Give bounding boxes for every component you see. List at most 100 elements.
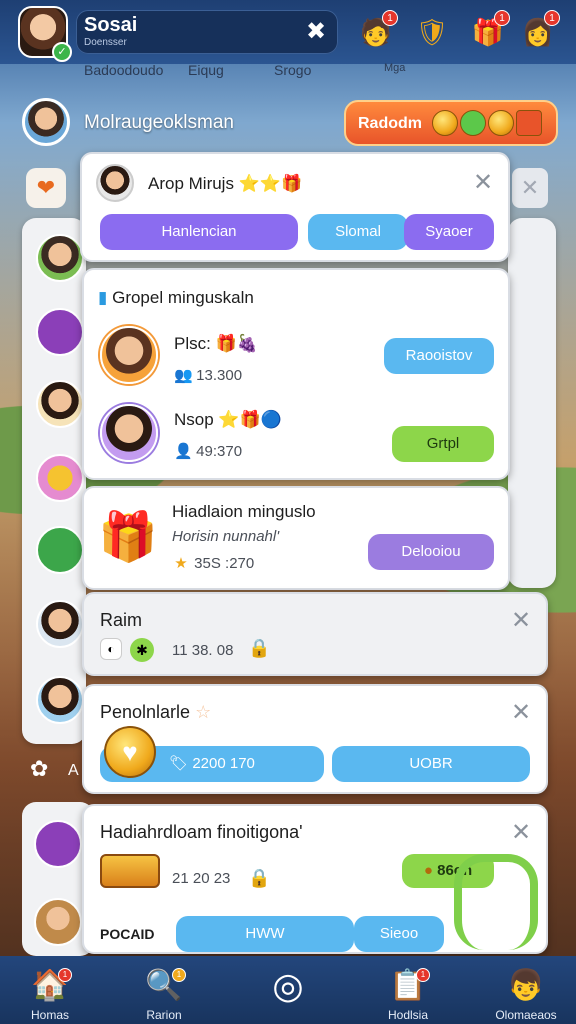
entry-meta: 👥 13.300 [174,366,242,384]
entry-name-text: Plsc: [174,334,211,353]
nav-label: Homas [30,1008,69,1022]
heart-icon[interactable]: ❤ [26,168,66,208]
card-title-text: Penolnlarle [100,702,191,722]
bonus-card: Hadiahrdloam finoitigona' ✕ 21 20 23 🔒 ●… [82,804,548,954]
gift-card: 🎁 Hiadlaion minguslo Horisin nunnahl' ★ … [82,486,510,590]
notification-badge: 1 [58,968,72,982]
avatar [96,164,134,202]
puzzle-icon: ✿ [30,756,49,781]
subtab-item[interactable]: Eiqug [188,62,224,78]
avatar[interactable] [36,600,84,648]
stars-icon: ⭐⭐🎁 [238,174,303,193]
nav-label: Hodlsia [387,1008,429,1022]
shield-icon[interactable]: 🛡 [412,14,452,50]
secondary-button[interactable]: Slomal [308,214,408,250]
card-action-button[interactable]: Delooiou [368,534,494,570]
card-title: Penolnlarle ☆ [100,702,211,723]
nav-label: Rarion [146,1008,182,1022]
lock-icon: 🔒 [248,638,271,658]
secondary-button[interactable]: Sieoo [354,916,444,952]
entry-name-text: Nsop [174,410,214,429]
card-title: Hadiahrdloam finoitigona' [100,822,303,842]
profile-avatar[interactable]: ✓ [18,6,72,62]
primary-button[interactable]: HWW [176,916,354,952]
entry-meta-text: 13.300 [196,367,243,384]
nav-tasks[interactable]: 📋 1 Hodlsia [358,956,458,1024]
close-icon[interactable]: ✕ [508,608,534,634]
primary-button[interactable]: Hanlencian [100,214,298,250]
avatar[interactable] [36,676,84,724]
bottom-navigation: 🏠 1 Homas 🔍 1 Rarion ◎ 📋 1 Hodlsia 👦 Olo… [0,956,576,1024]
toggle-icon[interactable]: ◐ [100,638,122,660]
top-bar: ✓ Sosai Doensser ✖ 🧑 1 🛡 🎁 1 👩 1 [0,0,576,64]
card-meta-text: 35S :270 [194,555,255,572]
tertiary-button[interactable]: Syaoer [404,214,494,250]
avatar[interactable] [100,404,158,462]
nav-search[interactable]: 🔍 1 Rarion [114,956,214,1024]
entry-name: Nsop ⭐🎁🔵 [174,410,282,430]
entry-action-button[interactable]: Grtpl [392,426,494,462]
notification-badge: 1 [494,10,510,26]
nav-profile[interactable]: 👦 Olomaeaos [476,956,576,1024]
rewards-button-label: Radodm [358,115,422,132]
phone-icon[interactable] [34,820,82,868]
friend-request-icon[interactable]: 🧑 1 [356,10,398,50]
card-title: Raim [100,610,143,630]
green-avatar[interactable] [36,526,84,574]
members-icon: 👥 [174,367,193,384]
puzzle-label: A [68,762,79,779]
notification-badge: 1 [172,968,186,982]
card-title: Hiadlaion minguslo [172,502,316,521]
close-icon[interactable]: ✕ [470,170,496,196]
group-invite-card: Arop Mirujs ⭐⭐🎁 ✕ Hanlencian Slomal Syao… [80,152,510,262]
card-subtitle: Horisin nunnahl' [172,528,280,545]
title-panel: Sosai Doensser ✖ [76,10,338,54]
notification-badge: 1 [544,10,560,26]
card-title-text: Gropel minguskaln [112,288,254,307]
avatar [22,98,70,146]
entry-meta-text: 49:370 [196,443,243,460]
notification-badge: 1 [382,10,398,26]
background-user-row[interactable]: Molraugeoklsman [22,98,342,152]
profile-notification-icon[interactable]: 👩 1 [518,10,560,50]
card-title-text: Arop Mirujs [148,174,234,193]
subtab-item[interactable]: Srogo [274,62,311,78]
avatar[interactable] [36,234,84,282]
subtab-item[interactable]: Badoodoudo [84,62,163,78]
entry-meta: 👤 49:370 [174,442,242,460]
coin-icon: ● [423,862,433,879]
avatar[interactable] [100,326,158,384]
entry-action-button[interactable]: Raooistov [384,338,494,374]
avatar[interactable] [36,380,84,428]
ticket-icon [100,854,160,888]
close-icon[interactable]: ✕ [512,168,548,208]
gift-icon[interactable]: 🎁 1 [468,10,510,50]
close-icon[interactable]: ✕ [508,820,534,846]
background-friends-panel [22,218,86,744]
lock-icon: 🔒 [248,868,271,888]
gift-avatar[interactable] [36,308,84,356]
coins-icon [432,110,552,138]
heart-medal-icon: ♥ [104,726,156,778]
headphones-icon [454,854,538,950]
secondary-button[interactable]: UOBR [332,746,530,782]
avatar[interactable] [34,898,82,946]
card-title: Arop Mirujs ⭐⭐🎁 [148,174,302,194]
close-icon[interactable]: ✕ [508,700,534,726]
nav-label: Olomaeaos [495,1008,557,1022]
entry-name: Plsc: 🎁🍇 [174,334,258,354]
star-outline-icon: ☆ [195,702,212,722]
subtab-item[interactable]: Mga [384,62,405,74]
gift-cart-icon: 🎁 [98,511,158,564]
close-icon[interactable]: ✖ [302,18,330,46]
rewards-button[interactable]: Radodm [344,100,558,146]
nav-home[interactable]: 🏠 1 Homas [0,956,100,1024]
card-meta: ★ 35S :270 [172,554,254,572]
footer-label: POCAID [100,926,155,942]
app-subtitle: Doensser [84,37,127,48]
nav-center[interactable]: ◎ [238,956,338,1024]
gift-icon: 🎁🍇 [215,334,258,353]
coin-avatar[interactable] [36,454,84,502]
subtab-bar: Badoodoudo Eiqug Srogo Mga [0,58,576,82]
price-button-label: 2200 170 [192,755,255,772]
